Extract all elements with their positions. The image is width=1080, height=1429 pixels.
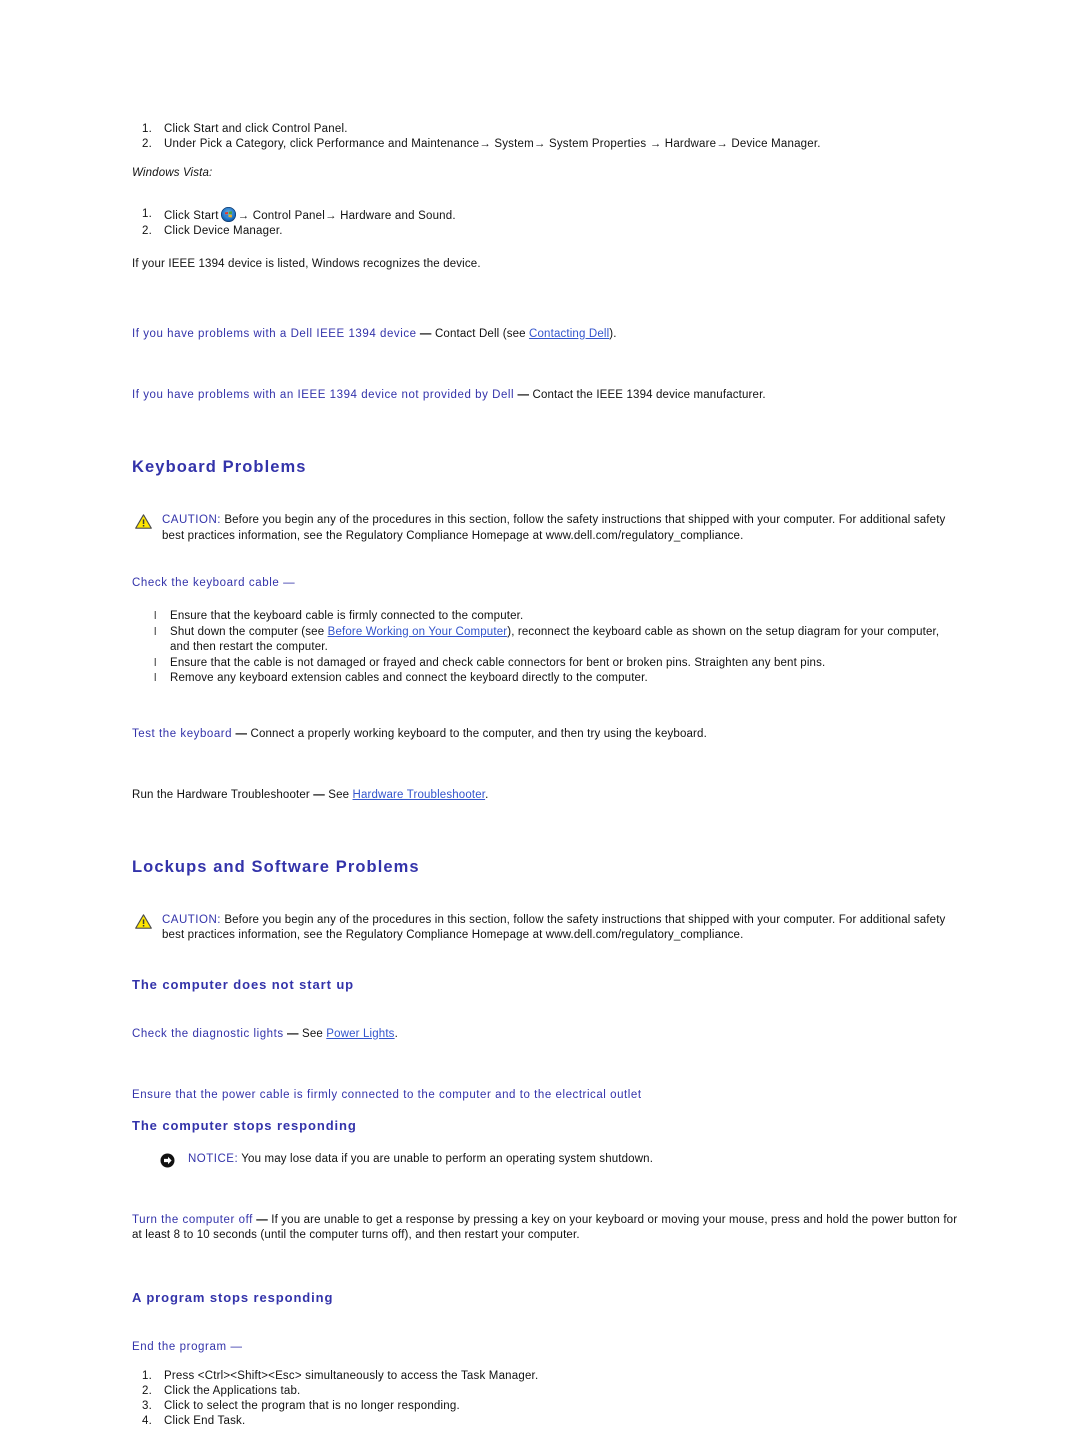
- em-dash: —: [256, 1214, 268, 1226]
- hardware-troubleshooter-body-pre: See: [328, 788, 353, 801]
- bullet-glyph: l: [154, 625, 157, 638]
- list-item-label: Click Start → Control Panel→ Hardware and…: [164, 206, 456, 222]
- hardware-troubleshooter-lead: Run the Hardware Troubleshooter: [132, 788, 310, 801]
- bullet-glyph: l: [154, 656, 157, 669]
- power-cable-paragraph: Ensure that the power cable is firmly co…: [132, 1088, 962, 1103]
- caution-triangle-icon: [135, 913, 152, 929]
- hardware-troubleshooter-paragraph: Run the Hardware Troubleshooter — See Ha…: [132, 788, 962, 803]
- list-item-label: Click Device Manager.: [164, 224, 283, 237]
- list-number: 1.: [142, 1370, 152, 1382]
- ieee-nondell-lead: If you have problems with an IEEE 1394 d…: [132, 389, 515, 401]
- list-number: 1.: [142, 123, 152, 135]
- document-page: 1. Click Start and click Control Panel. …: [0, 0, 1080, 1427]
- bullet-glyph: l: [154, 610, 157, 622]
- notice-text: You may lose data if you are unable to p…: [241, 1152, 654, 1165]
- list-item-label: Click Start and click Control Panel.: [164, 123, 348, 135]
- link-contacting-dell[interactable]: Contacting Dell: [529, 328, 609, 340]
- list-item: 1. Click Start → Control Panel→ Hardware …: [132, 206, 962, 224]
- list-item-label: Under Pick a Category, click Performance…: [164, 138, 821, 150]
- page-title-keyboard-problems: Keyboard Problems: [132, 458, 307, 476]
- ieee-nondell-body: Contact the IEEE 1394 device manufacture…: [532, 389, 766, 401]
- caution-admonition-keyboard: CAUTION: Before you begin any of the pro…: [132, 513, 962, 544]
- list-item: 2. Click Device Manager.: [132, 224, 962, 239]
- power-cable-lead: Ensure that the power cable is firmly co…: [132, 1088, 642, 1101]
- caution-admonition-lockups: CAUTION: Before you begin any of the pro…: [132, 913, 962, 944]
- hardware-troubleshooter-body-post: .: [485, 788, 489, 801]
- test-keyboard-lead: Test the keyboard: [132, 727, 233, 740]
- document-body: 1. Click Start and click Control Panel. …: [132, 122, 962, 1429]
- link-before-working-on-your-computer[interactable]: Before Working on Your Computer: [328, 626, 508, 638]
- diagnostic-lights-paragraph: Check the diagnostic lights — See Power …: [132, 1027, 962, 1042]
- page-title-lockups-and-software-problems: Lockups and Software Problems: [132, 857, 420, 876]
- turn-computer-off-paragraph: Turn the computer off — If you are unabl…: [132, 1213, 962, 1243]
- subheading-computer-does-not-start-up: The computer does not start up: [132, 976, 355, 992]
- diagnostic-lights-body-pre: See: [302, 1027, 327, 1040]
- list-number: 2.: [142, 224, 152, 237]
- keyboard-cable-checklist: l Ensure that the keyboard cable is firm…: [132, 609, 962, 687]
- list-item: 1. Click Start and click Control Panel.: [132, 122, 962, 137]
- subheading-computer-stops-responding: The computer stops responding: [132, 1117, 357, 1133]
- list-number: 4.: [142, 1415, 152, 1427]
- em-dash: —: [517, 389, 530, 401]
- turn-computer-off-lead: Turn the computer off: [132, 1214, 253, 1226]
- em-dash: —: [235, 727, 248, 740]
- diagnostic-lights-body-post: .: [394, 1027, 398, 1040]
- caution-keyword: CAUTION:: [162, 913, 221, 926]
- ieee-dell-paragraph: If you have problems with a Dell IEEE 13…: [132, 327, 962, 342]
- list-item-label: Shut down the computer (see Before Worki…: [170, 626, 939, 654]
- check-keyboard-cable-heading: Check the keyboard cable —: [132, 577, 296, 589]
- bullet-glyph: l: [154, 672, 157, 684]
- notice-arrow-icon: [160, 1153, 177, 1168]
- caution-keyword: CAUTION:: [162, 514, 221, 526]
- list-number: 3.: [142, 1400, 152, 1412]
- vista-step1-post: → Control Panel→ Hardware and Sound.: [237, 209, 456, 222]
- list-item-label: Press <Ctrl><Shift><Esc> simultaneously …: [164, 1370, 539, 1382]
- link-power-lights[interactable]: Power Lights: [326, 1028, 394, 1040]
- list-item: l Shut down the computer (see Before Wor…: [132, 625, 962, 656]
- list-item-label: Click End Task.: [164, 1415, 246, 1427]
- ieee-dell-body-post: ).: [609, 328, 617, 340]
- test-keyboard-paragraph: Test the keyboard — Connect a properly w…: [132, 727, 962, 742]
- list-number: 1.: [142, 207, 152, 220]
- list-item: 4. Click End Task.: [132, 1414, 962, 1429]
- list-item-label: Click the Applications tab.: [164, 1385, 301, 1397]
- end-program-steps-list: 1. Press <Ctrl><Shift><Esc> simultaneous…: [132, 1369, 962, 1429]
- em-dash: —: [287, 1027, 299, 1040]
- notice-admonition: NOTICE: You may lose data if you are una…: [132, 1152, 962, 1168]
- notice-keyword: NOTICE:: [188, 1152, 239, 1165]
- windows-vista-label: Windows Vista:: [132, 167, 213, 179]
- vista-step1-pre: Click Start: [164, 209, 219, 222]
- list-item-label: Ensure that the cable is not damaged or …: [170, 656, 826, 669]
- em-dash: —: [419, 328, 432, 340]
- windows-xp-steps-list: 1. Click Start and click Control Panel. …: [132, 122, 962, 152]
- bullet-text-pre: Shut down the computer (see: [170, 625, 328, 638]
- subheading-program-stops-responding: A program stops responding: [132, 1290, 334, 1305]
- test-keyboard-body: Connect a properly working keyboard to t…: [250, 727, 707, 740]
- list-item: 3. Click to select the program that is n…: [132, 1399, 962, 1414]
- windows-vista-steps-list: 1. Click Start → Control Panel→ Hardware …: [132, 206, 962, 239]
- em-dash: —: [313, 788, 325, 801]
- device-recognized-note: If your IEEE 1394 device is listed, Wind…: [132, 257, 481, 270]
- ieee-dell-lead: If you have problems with a Dell IEEE 13…: [132, 328, 417, 340]
- list-item: 1. Press <Ctrl><Shift><Esc> simultaneous…: [132, 1369, 962, 1384]
- caution-text: Before you begin any of the procedures i…: [162, 913, 946, 942]
- windows-vista-start-orb-icon: [220, 206, 236, 222]
- link-hardware-troubleshooter[interactable]: Hardware Troubleshooter: [353, 789, 486, 801]
- caution-text: Before you begin any of the procedures i…: [162, 514, 946, 542]
- list-item: l Remove any keyboard extension cables a…: [132, 671, 962, 687]
- list-item-label: Remove any keyboard extension cables and…: [170, 672, 648, 684]
- diagnostic-lights-lead: Check the diagnostic lights: [132, 1027, 284, 1040]
- list-item: l Ensure that the cable is not damaged o…: [132, 656, 962, 672]
- ieee-nondell-paragraph: If you have problems with an IEEE 1394 d…: [132, 388, 962, 403]
- caution-triangle-icon: [135, 514, 152, 529]
- list-item-label: Click to select the program that is no l…: [164, 1400, 460, 1412]
- end-the-program-heading: End the program —: [132, 1341, 243, 1353]
- list-item: l Ensure that the keyboard cable is firm…: [132, 609, 962, 625]
- list-item-label: Ensure that the keyboard cable is firmly…: [170, 610, 524, 622]
- ieee-dell-body-pre: Contact Dell (see: [434, 328, 530, 340]
- list-number: 2.: [142, 138, 152, 150]
- list-item: 2. Under Pick a Category, click Performa…: [132, 137, 962, 152]
